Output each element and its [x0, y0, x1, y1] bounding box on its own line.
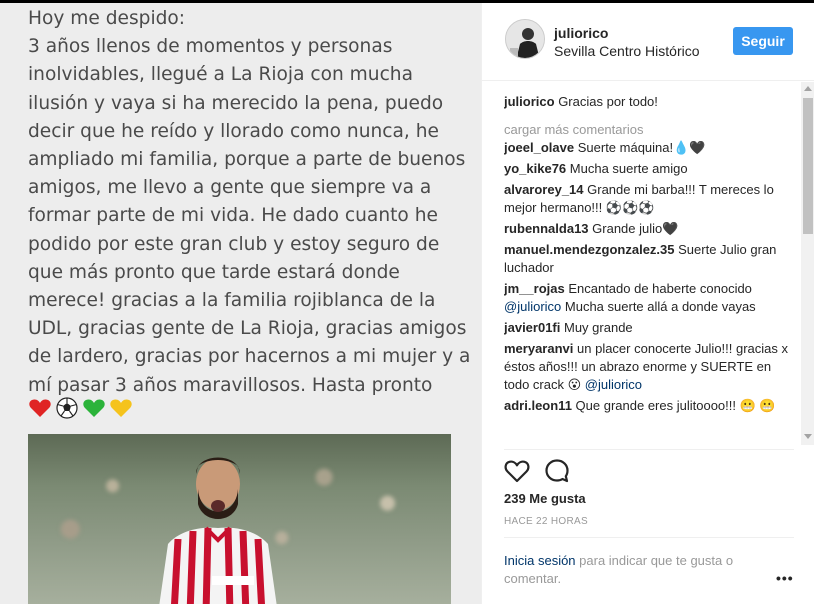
post-text-line: Hoy me despido: [28, 8, 186, 29]
post-text-line: de lardero, gracias por hacernos a mi mu… [28, 346, 471, 368]
comment-mention-link[interactable]: @juliorico [504, 299, 561, 314]
comment-username[interactable]: yo_kike76 [504, 161, 566, 176]
comment-mention-link[interactable]: @juliorico [585, 377, 642, 392]
comment-text: Grande julio🖤 [592, 221, 679, 236]
comment-username[interactable]: meryaranvi [504, 341, 573, 356]
like-count[interactable]: 239 Me gusta [504, 491, 586, 506]
post-image-text: Hoy me despido: 3 años llenos de momento… [28, 5, 471, 400]
comment-username[interactable]: rubennalda13 [504, 221, 589, 236]
list-item: alvarorey_14 Grande mi barba!!! T merece… [504, 181, 794, 217]
post-text-line: 3 años llenos de momentos y personas [28, 36, 393, 58]
green-heart-icon [82, 396, 106, 420]
comment-username[interactable]: jm__rojas [504, 281, 565, 296]
avatar[interactable] [505, 19, 545, 59]
timestamp[interactable]: HACE 22 HORAS [504, 516, 588, 527]
post-text-line: amigos, me llevo a gente que siempre va … [28, 177, 432, 199]
caption-text: Gracias por todo! [558, 94, 658, 109]
player-figure [159, 457, 277, 604]
comment-bubble-icon[interactable] [544, 458, 570, 484]
comment-username[interactable]: manuel.mendezgonzalez.35 [504, 242, 675, 257]
scroll-up-arrow-icon[interactable] [804, 86, 812, 91]
login-prompt: Inicia sesión para indicar que te gusta … [504, 552, 764, 588]
load-more-comments-link[interactable]: cargar más comentarios [504, 121, 794, 139]
post-text-line: decir que he reído y llorado como nunca,… [28, 120, 439, 142]
post-text-line: formar parte de mi vida. He dado cuanto … [28, 205, 438, 227]
post-text-line: merece! gracias a la familia rojiblanca … [28, 290, 436, 312]
login-link[interactable]: Inicia sesión [504, 553, 576, 568]
post-sidebar: juliorico Sevilla Centro Histórico Segui… [481, 3, 814, 604]
list-item: rubennalda13 Grande julio🖤 [504, 220, 794, 238]
comments-list: juliorico Gracias por todo! cargar más c… [504, 93, 794, 449]
divider [504, 449, 794, 450]
post-caption: juliorico Gracias por todo! [504, 93, 794, 111]
post-text-line: inolvidables, llegué a La Rioja con much… [28, 64, 413, 86]
caption-username[interactable]: juliorico [504, 94, 555, 109]
comment-text: Que grande eres julitoooo!!! 😬 😬 [575, 398, 776, 413]
list-item: meryaranvi un placer conocerte Julio!!! … [504, 340, 794, 394]
post-text-line: ampliado mi familia, porque a parte de b… [28, 149, 466, 171]
comment-username[interactable]: alvarorey_14 [504, 182, 584, 197]
divider [504, 537, 794, 538]
comment-username[interactable]: joeel_olave [504, 140, 574, 155]
post-text-line: ilusión y vaya si ha merecido la pena, p… [28, 92, 444, 114]
comments-scrollbar[interactable] [801, 82, 814, 445]
comment-text: Suerte máquina!💧🖤 [577, 140, 706, 155]
list-item: joeel_olave Suerte máquina!💧🖤 [504, 139, 794, 157]
more-options-icon[interactable]: ••• [776, 570, 794, 586]
comment-text: Mucha suerte amigo [569, 161, 688, 176]
list-item: yo_kike76 Mucha suerte amigo [504, 160, 794, 178]
post-text-line: UDL, gracias gente de La Rioja, gracias … [28, 318, 467, 340]
comment-username[interactable]: adri.leon11 [504, 398, 572, 413]
post-text-line: que más pronto que tarde estará donde [28, 261, 400, 283]
post-image[interactable]: Hoy me despido: 3 años llenos de momento… [0, 3, 481, 604]
scroll-down-arrow-icon[interactable] [804, 434, 812, 439]
comment-text-after: Mucha suerte allá a donde vayas [561, 299, 756, 314]
soccer-ball-icon [55, 396, 79, 420]
scrollbar-thumb[interactable] [803, 98, 813, 234]
comment-username[interactable]: javier01fi [504, 320, 560, 335]
follow-button[interactable]: Seguir [733, 27, 793, 55]
player-photo [28, 434, 451, 604]
comment-text: Muy grande [564, 320, 633, 335]
list-item: adri.leon11 Que grande eres julitoooo!!!… [504, 397, 794, 415]
list-item: javier01fi Muy grande [504, 319, 794, 337]
red-heart-icon [28, 396, 52, 420]
post-header: juliorico Sevilla Centro Histórico Segui… [482, 3, 814, 81]
heart-icon[interactable] [504, 458, 530, 484]
list-item: manuel.mendezgonzalez.35 Suerte Julio gr… [504, 241, 794, 277]
list-item: jm__rojas Encantado de haberte conocido … [504, 280, 794, 316]
emoji-row [28, 396, 133, 420]
yellow-heart-icon [109, 396, 133, 420]
post-text-line: podido por este gran club y estoy seguro… [28, 233, 440, 255]
header-location[interactable]: Sevilla Centro Histórico [554, 43, 700, 59]
header-username[interactable]: juliorico [554, 25, 608, 41]
comment-text: Encantado de haberte conocido [568, 281, 752, 296]
